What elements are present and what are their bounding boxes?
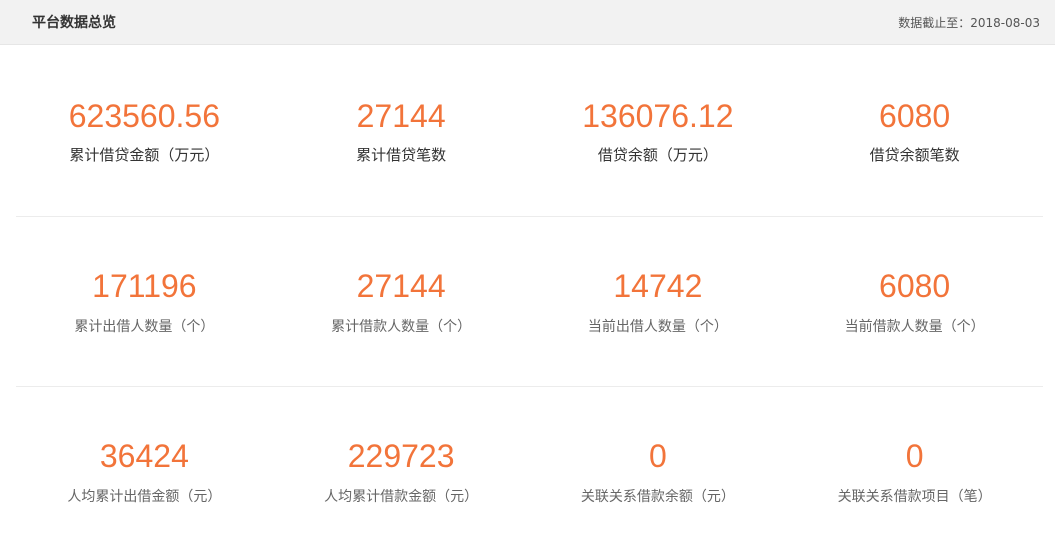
stat-loan-balance: 136076.12 借贷余额（万元） [530, 45, 787, 216]
stat-value: 623560.56 [68, 97, 220, 134]
stats-row-3: 36424 人均累计出借金额（元） 229723 人均累计借款金额（元） 0 关… [16, 387, 1043, 557]
stat-value: 6080 [879, 97, 951, 134]
stat-current-lenders: 14742 当前出借人数量（个） [530, 217, 787, 386]
data-cutoff-date: 数据截止至：2018-08-03 [898, 15, 1040, 30]
stat-label: 当前出借人数量（个） [587, 318, 728, 335]
stat-related-party-loan-balance: 0 关联关系借款余额（元） [530, 387, 787, 557]
stat-label: 人均累计借款金额（元） [324, 489, 479, 505]
stat-label: 当前借款人数量（个） [844, 318, 985, 335]
stat-value: 171196 [92, 267, 197, 304]
panel-header: 平台数据总览 数据截止至：2018-08-03 [0, 0, 1055, 45]
stat-value: 6080 [879, 267, 951, 304]
stat-value: 229723 [347, 438, 455, 474]
stat-current-borrowers: 6080 当前借款人数量（个） [786, 217, 1043, 386]
stat-related-party-loan-count: 0 关联关系借款项目（笔） [786, 387, 1043, 557]
stat-label: 人均累计出借金额（元） [67, 489, 222, 505]
platform-overview-panel: 平台数据总览 数据截止至：2018-08-03 623560.56 累计借贷金额… [0, 0, 1055, 558]
stat-label: 关联关系借款余额（元） [580, 489, 735, 505]
stat-label: 累计借贷金额（万元） [69, 145, 220, 164]
panel-title: 平台数据总览 [32, 15, 116, 31]
stat-label: 累计借贷笔数 [356, 145, 447, 164]
stat-label: 借贷余额（万元） [597, 145, 718, 164]
stat-value: 0 [905, 438, 924, 474]
stats-row-2: 171196 累计出借人数量（个） 27144 累计借款人数量（个） 14742… [16, 217, 1043, 387]
stat-cumulative-lenders: 171196 累计出借人数量（个） [16, 217, 273, 386]
stat-value: 0 [648, 438, 667, 474]
stat-label: 借贷余额笔数 [869, 145, 960, 164]
stat-value: 36424 [99, 438, 189, 474]
stat-label: 关联关系借款项目（笔） [837, 489, 992, 505]
stats-row-1: 623560.56 累计借贷金额（万元） 27144 累计借贷笔数 136076… [16, 45, 1043, 217]
stat-avg-borrowing-amount: 229723 人均累计借款金额（元） [273, 387, 530, 557]
stat-value: 27144 [356, 267, 446, 304]
stat-value: 14742 [613, 267, 703, 304]
stat-cumulative-loan-count: 27144 累计借贷笔数 [273, 45, 530, 216]
stat-label: 累计借款人数量（个） [331, 318, 472, 335]
stat-avg-lending-amount: 36424 人均累计出借金额（元） [16, 387, 273, 557]
stats-grid: 623560.56 累计借贷金额（万元） 27144 累计借贷笔数 136076… [0, 45, 1055, 557]
stat-cumulative-loan-amount: 623560.56 累计借贷金额（万元） [16, 45, 273, 216]
stat-value: 27144 [356, 97, 446, 134]
stat-cumulative-borrowers: 27144 累计借款人数量（个） [273, 217, 530, 386]
stat-label: 累计出借人数量（个） [74, 318, 215, 335]
stat-value: 136076.12 [582, 97, 734, 134]
stat-loan-balance-count: 6080 借贷余额笔数 [786, 45, 1043, 216]
